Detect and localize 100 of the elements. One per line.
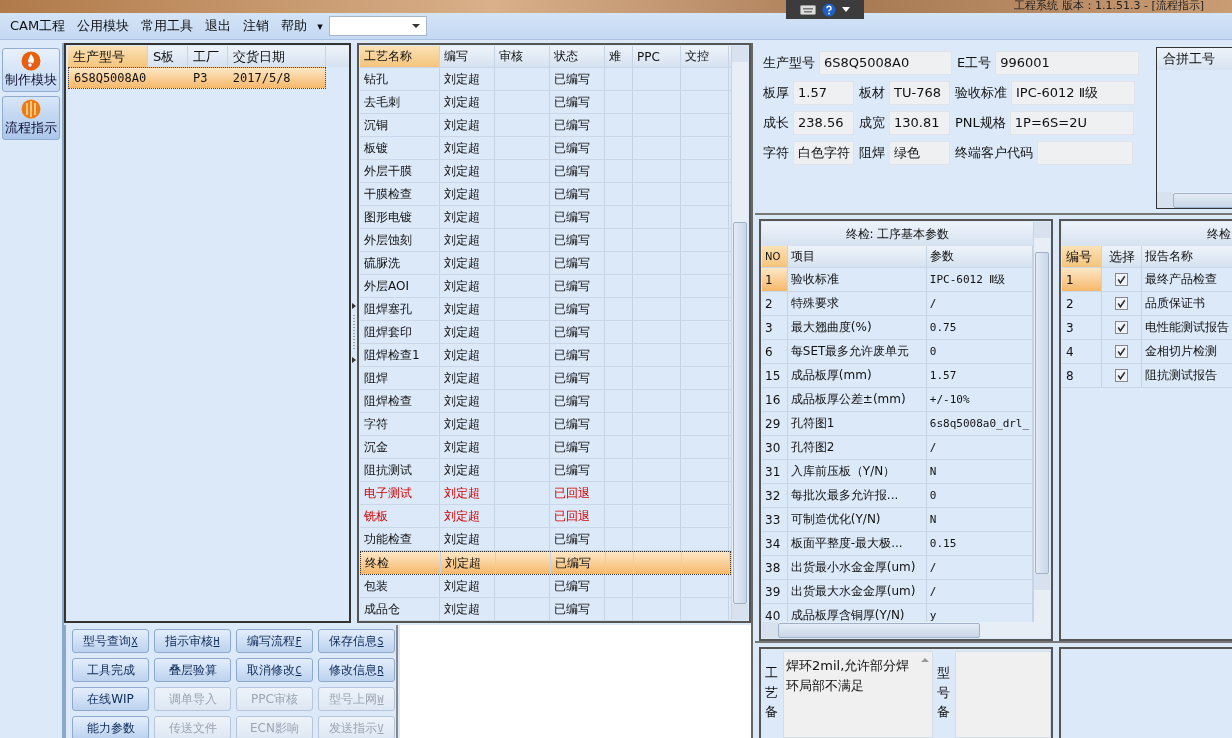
table-row[interactable]: 干膜检查 刘定超 已编写 [360, 183, 731, 206]
action-button[interactable]: 修改信息R [318, 658, 395, 682]
text-field[interactable]: 绿色 [889, 140, 950, 165]
action-button[interactable]: 工具完成 [72, 658, 149, 682]
table-row[interactable]: 4 金相切片检测 [1062, 340, 1232, 364]
table-row[interactable]: 阻焊 刘定超 已编写 [360, 367, 731, 390]
text-field[interactable]: 1.57 [793, 80, 854, 105]
column-header[interactable]: 难 [605, 46, 633, 67]
column-header[interactable]: 编写 [440, 46, 495, 67]
text-field[interactable]: 130.81 [889, 110, 950, 135]
action-button[interactable]: 保存信息S [318, 629, 395, 653]
table-row[interactable]: 15 成品板厚(mm) 1.57 [762, 364, 1033, 388]
checkbox[interactable] [1115, 369, 1128, 382]
text-field[interactable]: TU-768 [889, 80, 950, 105]
table-row[interactable]: 沉铜 刘定超 已编写 [360, 114, 731, 137]
text-field[interactable]: 238.56 [793, 110, 854, 135]
table-row[interactable]: 阻焊塞孔 刘定超 已编写 [360, 298, 731, 321]
checkbox[interactable] [1115, 345, 1128, 358]
action-button[interactable]: 编写流程F [236, 629, 313, 653]
table-row[interactable]: 1 最终产品检查 [1062, 268, 1232, 292]
module-button[interactable]: 流程指示 [2, 96, 60, 140]
keyboard-icon[interactable] [800, 4, 816, 15]
table-row[interactable]: 板镀 刘定超 已编写 [360, 137, 731, 160]
table-row[interactable]: 外层蚀刻 刘定超 已编写 [360, 229, 731, 252]
menu-item[interactable]: 常用工具 [135, 17, 200, 35]
table-row[interactable]: 8 阻抗测试报告 [1062, 364, 1232, 388]
table-row[interactable]: 硫脲洗 刘定超 已编写 [360, 252, 731, 275]
dropdown-field[interactable] [328, 16, 427, 36]
column-header[interactable]: 参数 [926, 246, 1033, 267]
table-row[interactable]: 阻抗测试 刘定超 已编写 [360, 459, 731, 482]
table-row[interactable]: 成品仓 刘定超 已编写 [360, 598, 731, 621]
table-row[interactable]: 6S8Q5008A0 P3 2017/5/8 [68, 67, 326, 89]
menu-item[interactable]: 注销 [237, 17, 276, 35]
action-button[interactable]: 指示审核H [154, 629, 231, 653]
menu-item[interactable]: ▾ [313, 19, 327, 33]
action-button[interactable]: 型号查询X [72, 629, 149, 653]
table-row[interactable]: 39 出货最大水金金厚(um) / [762, 580, 1033, 604]
column-header[interactable]: 文控 [681, 46, 729, 67]
menu-item[interactable]: 退出 [199, 17, 238, 35]
merge-list[interactable]: 合拼工号 [1156, 47, 1232, 209]
column-header[interactable]: NO [762, 246, 788, 267]
menu-item[interactable]: CAM工程 [4, 17, 72, 35]
text-field[interactable]: 白色字符 [793, 140, 854, 165]
module-button[interactable]: 制作模块 [2, 48, 60, 92]
vertical-scrollbar[interactable] [1033, 222, 1050, 622]
menu-item[interactable]: 公用模块 [71, 17, 136, 35]
table-row[interactable]: 32 每批次最多允许报... 0 [762, 484, 1033, 508]
table-row[interactable]: 29 孔符图1 6s8q5008a0_drl_ [762, 412, 1033, 436]
column-header[interactable]: 报告名称 [1142, 246, 1232, 267]
checkbox[interactable] [1115, 273, 1128, 286]
vertical-scrollbar[interactable] [731, 46, 748, 620]
column-header[interactable]: 生产型号 [68, 46, 148, 67]
table-row[interactable]: 16 成品板厚公差±(mm) +/-10% [762, 388, 1033, 412]
column-header[interactable]: 审核 [495, 46, 550, 67]
table-row[interactable]: 阻焊套印 刘定超 已编写 [360, 321, 731, 344]
horizontal-scrollbar[interactable] [1157, 192, 1232, 208]
menu-item[interactable]: 帮助 [275, 17, 314, 35]
action-button[interactable]: 能力参数 [72, 716, 149, 738]
column-header[interactable]: 编号 [1062, 246, 1102, 267]
table-row[interactable]: 包装 刘定超 已编写 [360, 575, 731, 598]
checkbox[interactable] [1115, 321, 1128, 334]
column-header[interactable]: PPC [633, 46, 681, 67]
table-row[interactable]: 终检 刘定超 已编写 [360, 551, 731, 575]
text-field[interactable]: 6S8Q5008A0 [819, 50, 952, 75]
table-row[interactable]: 31 入库前压板（Y/N） N [762, 460, 1033, 484]
column-header[interactable]: 工艺名称 [360, 46, 440, 67]
column-header[interactable]: 合拼工号 [1157, 48, 1232, 70]
table-row[interactable]: 沉金 刘定超 已编写 [360, 436, 731, 459]
column-header[interactable]: 项目 [787, 246, 927, 267]
table-row[interactable]: 38 出货最小水金金厚(um) / [762, 556, 1033, 580]
table-row[interactable]: 图形电镀 刘定超 已编写 [360, 206, 731, 229]
action-button[interactable]: 在线WIP [72, 687, 149, 711]
table-row[interactable]: 2 品质保证书 [1062, 292, 1232, 316]
table-row[interactable]: 3 最大翘曲度(%) 0.75 [762, 316, 1033, 340]
table-row[interactable]: 34 板面平整度-最大极... 0.15 [762, 532, 1033, 556]
table-row[interactable]: 电子测试 刘定超 已回退 [360, 482, 731, 505]
table-row[interactable]: 33 可制造优化(Y/N) N [762, 508, 1033, 532]
text-field[interactable]: 996001 [995, 50, 1140, 75]
action-button[interactable]: 叠层验算 [154, 658, 231, 682]
help-icon[interactable] [822, 2, 836, 17]
caret-icon[interactable] [411, 24, 420, 28]
table-row[interactable]: 外层AOI 刘定超 已编写 [360, 275, 731, 298]
text-area[interactable]: 焊环2mil,允许部分焊环局部不满足 [783, 651, 933, 738]
table-row[interactable]: 2 特殊要求 / [762, 292, 1033, 316]
table-row[interactable]: 阻焊检查 刘定超 已编写 [360, 390, 731, 413]
table-row[interactable]: 3 电性能测试报告 [1062, 316, 1232, 340]
table-row[interactable]: 字符 刘定超 已编写 [360, 413, 731, 436]
table-row[interactable]: 阻焊检查1 刘定超 已编写 [360, 344, 731, 367]
text-field[interactable]: IPC-6012 Ⅱ级 [1011, 80, 1135, 105]
horizontal-scrollbar[interactable] [762, 622, 1050, 638]
action-button[interactable]: 取消修改C [236, 658, 313, 682]
table-row[interactable]: 1 验收标准 IPC-6012 Ⅱ级 [762, 268, 1033, 292]
table-row[interactable]: 外层干膜 刘定超 已编写 [360, 160, 731, 183]
table-row[interactable]: 铣板 刘定超 已回退 [360, 505, 731, 528]
table-row[interactable]: 去毛刺 刘定超 已编写 [360, 91, 731, 114]
table-row[interactable]: 钻孔 刘定超 已编写 [360, 68, 731, 91]
table-row[interactable]: 30 孔符图2 / [762, 436, 1033, 460]
column-header[interactable]: 选择 [1102, 246, 1142, 267]
checkbox[interactable] [1115, 297, 1128, 310]
text-field[interactable]: 1P=6S=2U [1009, 110, 1134, 135]
